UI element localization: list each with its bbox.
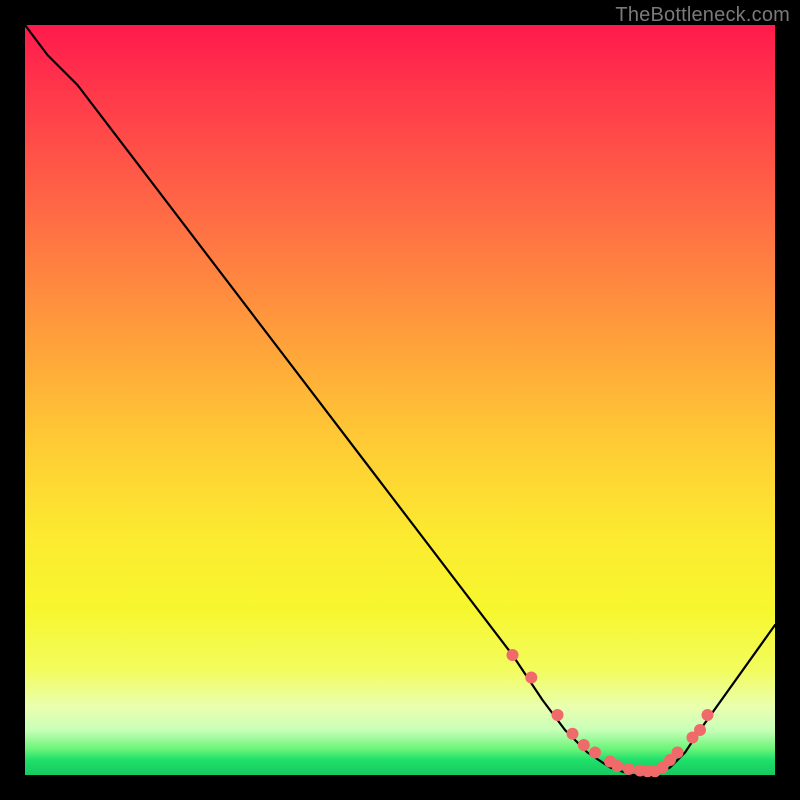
data-point xyxy=(567,728,579,740)
data-point xyxy=(672,747,684,759)
chart-svg xyxy=(25,25,775,775)
data-point xyxy=(507,649,519,661)
data-point-markers xyxy=(507,649,714,777)
bottleneck-curve xyxy=(25,25,775,775)
data-point xyxy=(702,709,714,721)
data-point xyxy=(694,724,706,736)
watermark-text: TheBottleneck.com xyxy=(615,4,790,27)
data-point xyxy=(578,739,590,751)
chart-frame: TheBottleneck.com xyxy=(0,0,800,800)
plot-area xyxy=(25,25,775,775)
data-point xyxy=(525,672,537,684)
data-point xyxy=(589,747,601,759)
bottleneck-curve-path xyxy=(25,25,775,775)
data-point xyxy=(612,760,624,772)
data-point xyxy=(623,763,635,775)
data-point xyxy=(552,709,564,721)
